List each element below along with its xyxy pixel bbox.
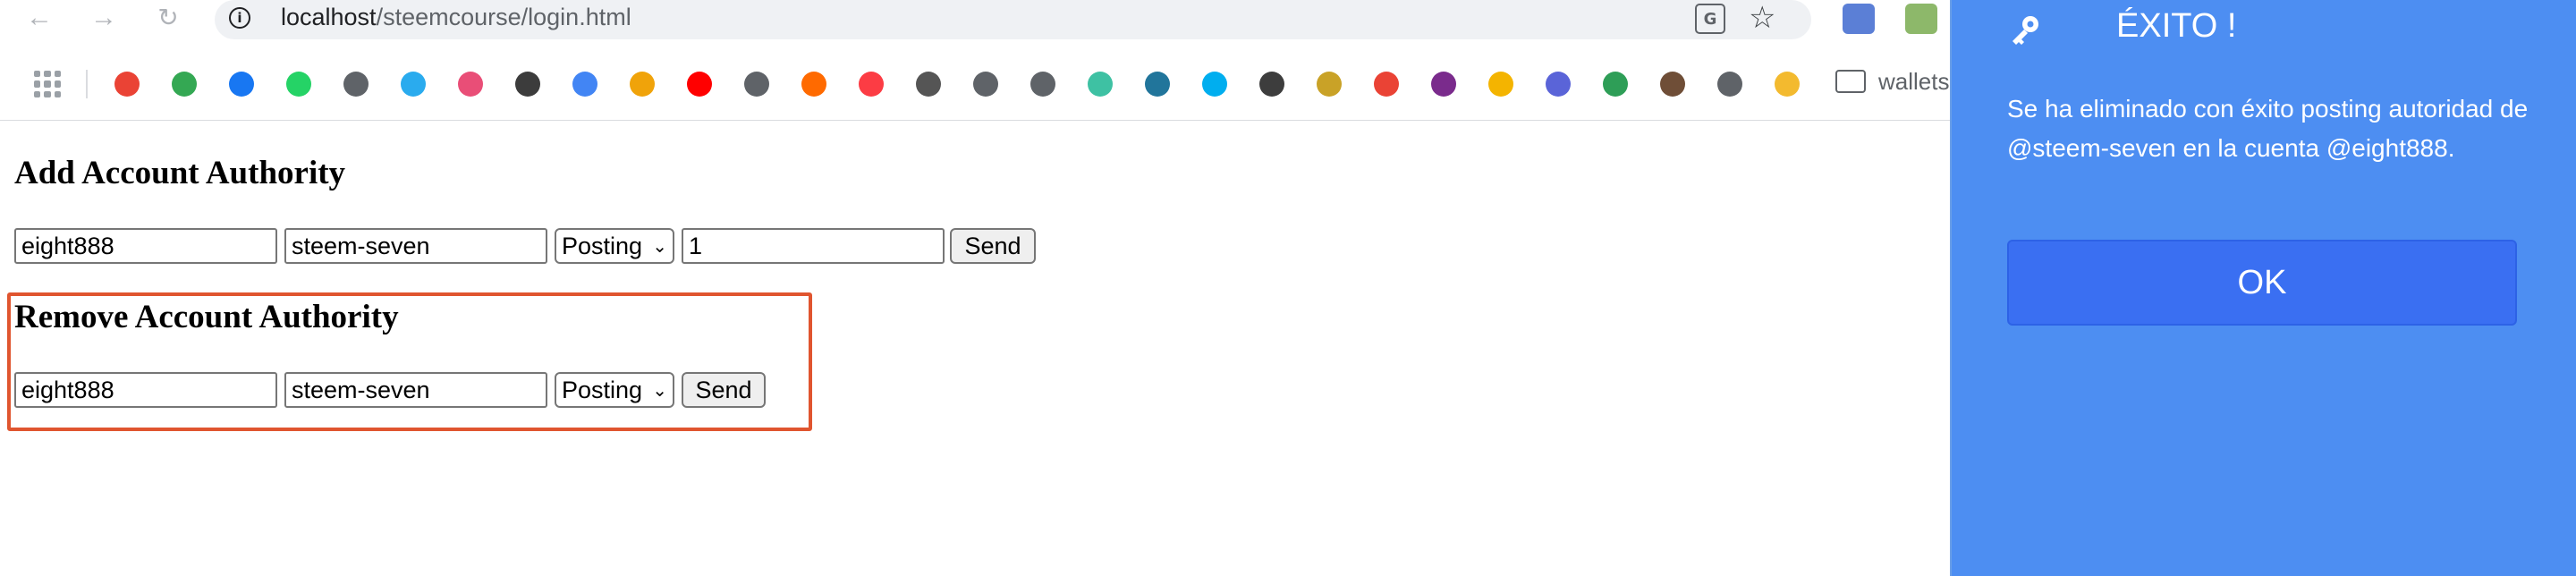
bookmark-favicon-icon[interactable] [114,72,140,97]
bookmark-favicon-icon[interactable] [1603,72,1628,97]
remove-role-select[interactable]: Posting ⌄ [555,372,674,408]
add-role-value: Posting [562,232,643,259]
add-send-button[interactable]: Send [950,228,1036,264]
remove-authority-title: Remove Account Authority [14,299,399,335]
bookmark-favicon-icon[interactable] [973,72,998,97]
bookmark-favicon-icon[interactable] [286,72,311,97]
add-authority-account-input[interactable] [284,228,547,264]
success-notification-panel: ÉXITO ! Se ha eliminado con éxito postin… [1950,0,2576,576]
remove-account-input[interactable] [14,372,277,408]
bookmark-favicon-icon[interactable] [1546,72,1571,97]
bookmark-favicon-icon[interactable] [1088,72,1113,97]
bookmark-favicon-icon[interactable] [343,72,369,97]
key-icon [2012,16,2038,45]
url-host: localhost [281,4,377,30]
bookmark-favicon-icon[interactable] [572,72,597,97]
bookmark-favicon-icon[interactable] [687,72,712,97]
bookmark-favicon-icon[interactable] [916,72,941,97]
notification-title: ÉXITO ! [2116,7,2237,45]
bookmark-favicon-icon[interactable] [859,72,884,97]
url-path: /steemcourse/login.html [376,4,631,30]
chevron-down-icon: ⌄ [652,236,667,257]
remove-authority-account-input[interactable] [284,372,547,408]
reload-icon[interactable]: ↻ [152,2,184,34]
url-text[interactable]: localhost/steemcourse/login.html [281,4,631,31]
folder-icon[interactable] [1835,70,1866,93]
add-account-input[interactable] [14,228,277,264]
star-icon[interactable]: ☆ [1749,0,1775,36]
bookmark-folder-wallets[interactable]: wallets [1878,68,1949,96]
bookmark-favicon-icon[interactable] [801,72,826,97]
add-authority-title: Add Account Authority [14,155,346,191]
apps-grid-icon[interactable] [34,71,61,97]
chevron-down-icon: ⌄ [652,380,667,401]
notification-message: Se ha eliminado con éxito posting autori… [2007,95,2529,162]
bookmark-favicon-icon[interactable] [458,72,483,97]
bookmark-favicon-icon[interactable] [1259,72,1284,97]
bookmark-favicon-icon[interactable] [1374,72,1399,97]
remove-send-button[interactable]: Send [682,372,766,408]
extension-icon[interactable] [1905,4,1937,34]
bookmark-favicon-icon[interactable] [229,72,254,97]
bookmark-favicon-icon[interactable] [630,72,655,97]
bookmark-favicon-icon[interactable] [1317,72,1342,97]
address-bar[interactable]: i localhost/steemcourse/login.html G ☆ [215,0,1811,39]
extension-icon[interactable] [1843,4,1875,34]
bookmark-favicon-icon[interactable] [1431,72,1456,97]
bookmark-favicon-icon[interactable] [744,72,769,97]
bookmark-favicon-icon[interactable] [1145,72,1170,97]
bookmark-favicon-icon[interactable] [1775,72,1800,97]
bookmark-favicon-icon[interactable] [1660,72,1685,97]
bookmark-favicon-icon[interactable] [1717,72,1742,97]
bookmark-favicon-icon[interactable] [1030,72,1055,97]
bookmark-favicon-icon[interactable] [1202,72,1227,97]
bookmark-favicon-icon[interactable] [401,72,426,97]
bookmark-favicon-icon[interactable] [1488,72,1513,97]
add-weight-input[interactable] [682,228,945,264]
info-icon[interactable]: i [229,7,250,29]
translate-icon[interactable]: G [1695,4,1725,34]
forward-icon[interactable]: → [88,2,120,34]
remove-role-value: Posting [562,376,643,403]
add-role-select[interactable]: Posting ⌄ [555,228,674,264]
bookmarks-separator [86,70,88,98]
back-icon[interactable]: ← [23,2,55,34]
ok-button[interactable]: OK [2007,240,2517,326]
bookmark-favicon-icon[interactable] [515,72,540,97]
bookmark-favicon-icon[interactable] [172,72,197,97]
